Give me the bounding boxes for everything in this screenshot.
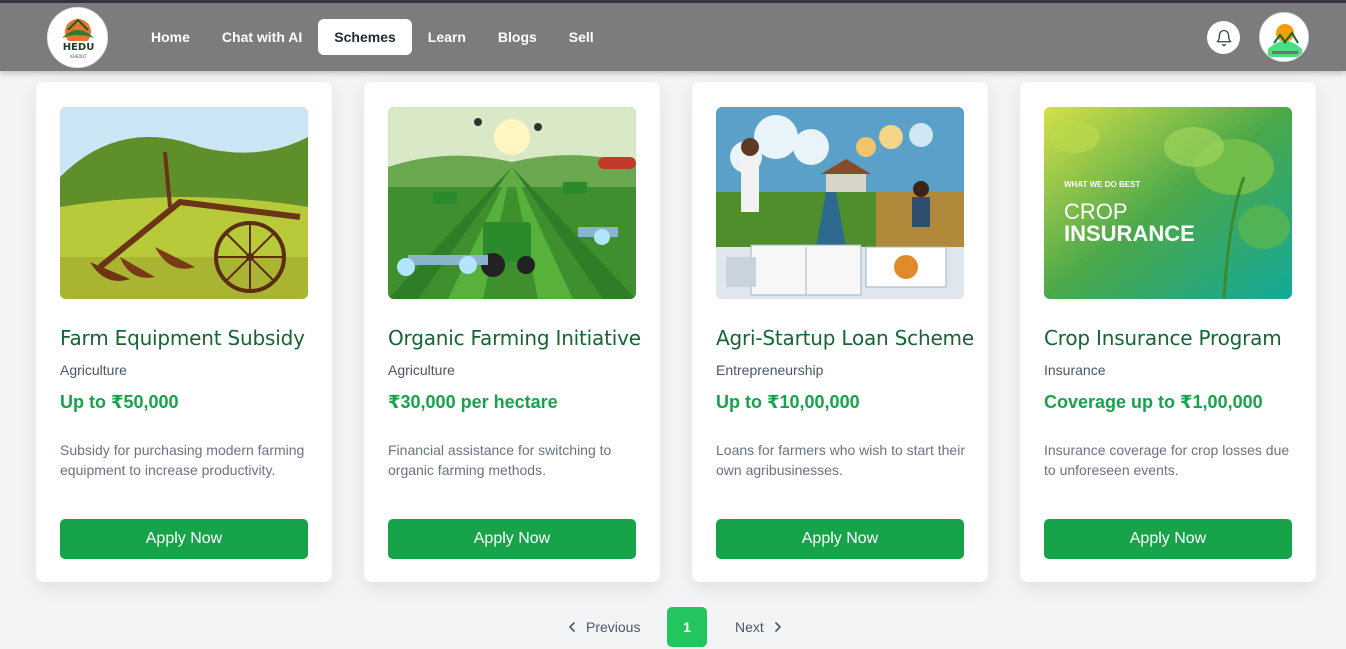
svg-text:WHAT WE DO BEST: WHAT WE DO BEST [1064,180,1140,189]
scheme-title: Crop Insurance Program [1044,326,1282,350]
page-number-button[interactable]: 1 [667,607,707,647]
scheme-amount: Up to ₹10,00,000 [716,392,860,412]
scheme-image-crop-insurance: WHAT WE DO BEST CROP INSURANCE [1044,107,1292,299]
previous-label: Previous [586,619,641,635]
nav-schemes[interactable]: Schemes [318,19,412,55]
scheme-image-agri-startup [716,107,964,299]
nav-home[interactable]: Home [135,19,206,55]
top-navbar: HEDU KHEDUT Home Chat with AI Schemes Le… [0,3,1346,71]
next-label: Next [735,619,764,635]
scheme-title: Agri-Startup Loan Scheme [716,326,974,350]
chevron-right-icon [774,622,781,632]
next-page-button[interactable]: Next [735,607,784,647]
scheme-image-plough [60,107,308,299]
nav-sell[interactable]: Sell [553,19,610,55]
scheme-category: Agriculture [60,362,127,378]
nav-blogs[interactable]: Blogs [482,19,553,55]
scheme-amount: Coverage up to ₹1,00,000 [1044,392,1263,412]
chevron-left-icon [569,622,575,632]
apply-now-button[interactable]: Apply Now [1044,519,1292,559]
svg-text:HEDU: HEDU [63,42,95,53]
bell-icon [1216,29,1231,46]
svg-text:INSURANCE: INSURANCE [1064,221,1195,246]
apply-now-button[interactable]: Apply Now [388,519,636,559]
scheme-description: Financial assistance for switching to or… [388,442,612,478]
scheme-card: Farm Equipment Subsidy Agriculture Up to… [36,82,332,582]
nav-chat-with-ai[interactable]: Chat with AI [206,19,318,55]
scheme-description: Loans for farmers who wish to start thei… [716,442,965,478]
scheme-amount: Up to ₹50,000 [60,392,179,412]
profile-avatar[interactable] [1259,12,1309,62]
scheme-category: Entrepreneurship [716,362,824,378]
svg-text:KHEDUT: KHEDUT [70,54,87,59]
scheme-card: Organic Farming Initiative Agriculture ₹… [364,82,660,582]
scheme-description: Insurance coverage for crop losses due t… [1044,442,1290,478]
notification-button[interactable] [1207,21,1240,54]
scheme-title: Organic Farming Initiative [388,326,641,350]
main-nav: Home Chat with AI Schemes Learn Blogs Se… [135,19,610,55]
pagination: Previous 1 Next [0,607,1346,647]
scheme-category: Agriculture [388,362,455,378]
scheme-title: Farm Equipment Subsidy [60,326,305,350]
nav-learn[interactable]: Learn [412,19,482,55]
scheme-card: WHAT WE DO BEST CROP INSURANCE Crop Insu… [1020,82,1316,582]
apply-now-button[interactable]: Apply Now [716,519,964,559]
previous-page-button[interactable]: Previous [566,607,640,647]
brand-logo[interactable]: HEDU KHEDUT [47,7,108,68]
scheme-card: Agri-Startup Loan Scheme Entrepreneurshi… [692,82,988,582]
scheme-category: Insurance [1044,362,1106,378]
scheme-amount: ₹30,000 per hectare [388,392,558,412]
apply-now-button[interactable]: Apply Now [60,519,308,559]
scheme-description: Subsidy for purchasing modern farming eq… [60,442,305,478]
scheme-image-smart-farm [388,107,636,299]
